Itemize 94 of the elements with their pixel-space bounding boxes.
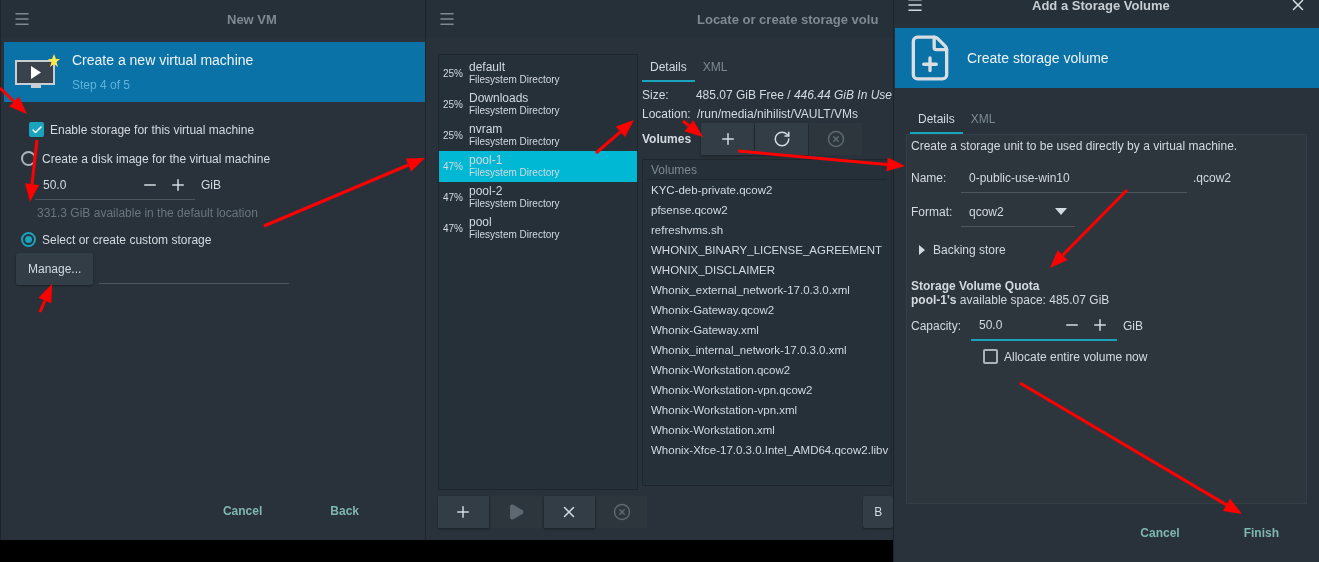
table-cell[interactable]: Whonix-Xfce-17.0.3.0.Intel_AMD64.qcow2.libv (647, 440, 887, 460)
pool-name: pool-1 (469, 154, 504, 167)
pool-type: Filesystem Directory (469, 167, 560, 179)
menu-icon[interactable] (13, 10, 31, 28)
header-subtitle: Step 4 of 5 (72, 78, 132, 92)
pool-name: pool (469, 216, 493, 229)
table-cell[interactable]: Whonix_internal_network-17.0.3.0.xml (647, 340, 887, 360)
tab[interactable]: XML (962, 106, 1004, 134)
pool-type: Filesystem Directory (469, 105, 560, 117)
window-title: Locate or create storage volu (697, 11, 879, 27)
field-label: Size: (642, 88, 670, 102)
toolbar-button[interactable] (543, 496, 595, 528)
table-cell[interactable]: Whonix-Workstation-vpn.qcow2 (647, 380, 887, 400)
footer-button[interactable]: Cancel (218, 498, 267, 524)
annotation-arrow (25, 139, 39, 202)
table-cell[interactable]: Whonix-Workstation.qcow2 (647, 360, 887, 380)
menu-icon[interactable] (906, 0, 924, 14)
pool-type: Filesystem Directory (469, 136, 560, 148)
usage-percent: 25% (443, 130, 464, 141)
toolbar-button[interactable] (438, 496, 489, 528)
section-title: Storage Volume Quota (911, 279, 1041, 293)
pool-name: nvram (469, 123, 504, 136)
table-cell[interactable]: Whonix_external_network-17.0.3.0.xml (647, 280, 887, 300)
usage-percent: 47% (443, 223, 464, 234)
checkbox[interactable] (29, 122, 44, 137)
menu-icon[interactable] (438, 10, 456, 28)
window-title: Add a Storage Volume (1032, 0, 1170, 13)
radio-button[interactable] (21, 232, 36, 247)
caret-icon (919, 245, 925, 255)
footer-button[interactable]: Finish (1239, 520, 1283, 546)
checkbox[interactable] (983, 349, 998, 364)
pool-name: Downloads (469, 92, 530, 105)
annotation-arrow (595, 120, 634, 155)
play-icon (507, 503, 526, 521)
toolbar-button[interactable] (701, 123, 754, 155)
quota-text: pool-1's available space: 485.07 GiB (911, 293, 1111, 307)
footer-button[interactable]: Cancel (1136, 520, 1184, 546)
table-cell[interactable]: Whonix-Gateway.qcow2 (647, 300, 887, 320)
radio-label: Select or create custom storage (42, 232, 212, 247)
cut-button[interactable]: B (863, 496, 893, 528)
footer-button[interactable]: Back (326, 498, 363, 524)
field-label: Capacity: (911, 319, 963, 333)
checkbox-label: Allocate entire volume now (1004, 349, 1148, 364)
caret-icon (1055, 208, 1067, 215)
table-cell[interactable]: pfsense.qcow2 (647, 200, 887, 220)
field-label: Location: (642, 107, 692, 121)
unit-label: GiB (201, 178, 221, 192)
pool-type: Filesystem Directory (469, 229, 560, 241)
tab[interactable]: Details (642, 54, 695, 82)
suffix-label: .qcow2 (1193, 171, 1232, 185)
header-title: Create storage volume (967, 50, 1109, 66)
radio-label: Create a disk image for the virtual machine (42, 151, 271, 166)
pool-type: Filesystem Directory (469, 198, 560, 210)
remove-icon (612, 503, 631, 521)
size-value: 485.07 GiB Free / 446.44 GiB In Use (695, 88, 892, 102)
pool-type: Filesystem Directory (469, 74, 560, 86)
table-cell[interactable]: KYC-deb-private.qcow2 (647, 180, 887, 200)
usage-percent: 25% (443, 68, 464, 79)
manage-button[interactable]: Manage... (16, 253, 94, 285)
table-cell[interactable]: Whonix-Gateway.xml (647, 320, 887, 340)
table-cell[interactable]: Whonix-Workstation-vpn.xml (647, 400, 887, 420)
checkbox-label: Enable storage for this virtual machine (50, 122, 255, 137)
location-value: /run/media/nihilist/VAULT/VMs (697, 107, 858, 121)
annotation-arrow (38, 284, 52, 313)
name-field[interactable]: 0-public-use-win10 (961, 163, 1187, 193)
table-cell[interactable]: WHONIX_DISCLAIMER (647, 260, 887, 280)
table-cell[interactable]: WHONIX_BINARY_LICENSE_AGREEMENT (647, 240, 887, 260)
plus-icon[interactable] (1091, 316, 1109, 334)
header-title: Create a new virtual machine (72, 52, 254, 68)
usage-percent: 25% (443, 99, 464, 110)
refresh-icon (772, 130, 791, 148)
section-label: Volumes (642, 132, 693, 146)
disk-size-field[interactable]: 50.0 (35, 170, 195, 200)
radio-button[interactable] (21, 151, 36, 166)
toolbar-button[interactable] (755, 123, 808, 155)
pool-name: default (469, 61, 507, 74)
tab[interactable]: XML (694, 54, 736, 82)
window-title: New VM (227, 11, 277, 27)
remove-icon (826, 130, 845, 148)
usage-percent: 47% (443, 161, 464, 172)
annotation-arrow (0, 86, 27, 114)
format-dropdown[interactable]: qcow2 (961, 197, 1075, 227)
description-text: Create a storage unit to be used directly by a virtual machine. (911, 139, 1239, 153)
backing-store-expander[interactable]: Backing store (919, 243, 1302, 257)
pool-name: pool-2 (469, 185, 504, 198)
table-cell[interactable]: refreshvms.sh (647, 220, 887, 240)
column-header: Volumes (647, 160, 887, 180)
capacity-field[interactable]: 50.0 (971, 311, 1117, 341)
usage-percent: 47% (443, 192, 464, 203)
table-cell[interactable]: Whonix-Workstation.xml (647, 420, 887, 440)
unit-label: GiB (1123, 319, 1143, 333)
field-label: Format: (911, 205, 954, 219)
hint-text: 331.3 GiB available in the default location (37, 206, 258, 220)
field-label: Name: (911, 171, 948, 185)
